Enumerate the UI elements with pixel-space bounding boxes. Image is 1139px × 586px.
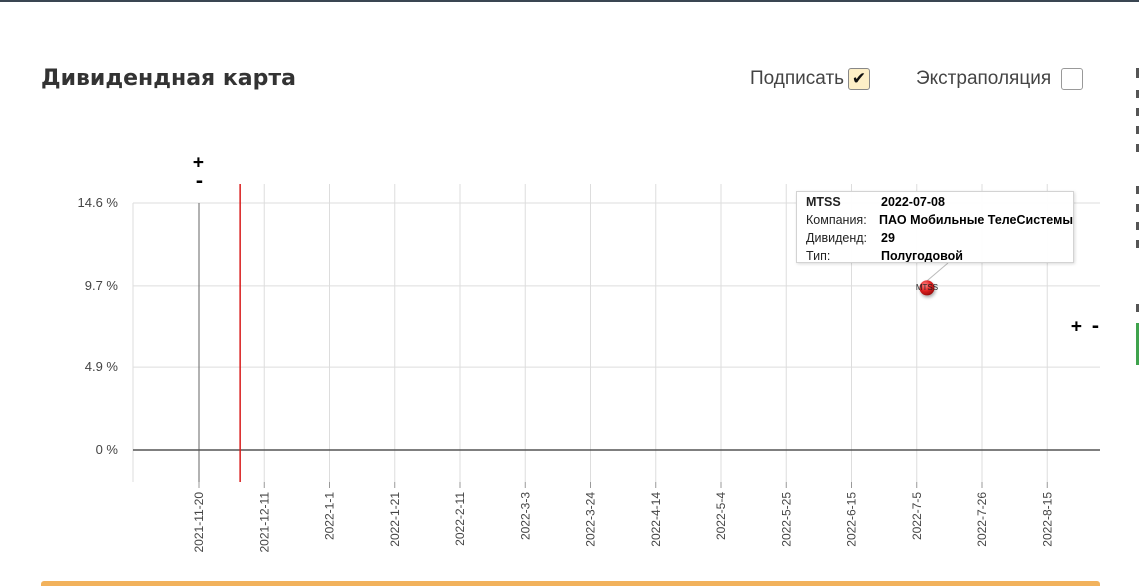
right-panel-edge	[1135, 68, 1139, 388]
tooltip-row: Тип: Полугодовой	[806, 247, 1073, 263]
x-tick-label: 2021-11-20	[192, 492, 206, 553]
x-tick-label: 2022-3-24	[584, 492, 598, 547]
x-tick-label: 2022-3-3	[518, 492, 532, 540]
x-tick-label: 2022-1-1	[323, 492, 337, 540]
x-tick-label: 2021-12-11	[257, 492, 271, 553]
x-tick-label: 2022-7-5	[910, 492, 924, 540]
point-tooltip: MTSS 2022-07-08 Компания: ПАО Мобильные …	[796, 191, 1074, 263]
x-tick-label: 2022-7-26	[975, 492, 989, 547]
y-tick-label: 9.7 %	[85, 278, 119, 293]
y-tick-label: 0 %	[96, 442, 119, 457]
x-tick-label: 2022-2-11	[453, 492, 467, 546]
point-label: MTSS	[916, 283, 938, 292]
tooltip-key: Компания:	[806, 213, 867, 227]
tooltip-key: Тип:	[806, 249, 831, 263]
y-tick-label: 4.9 %	[85, 359, 119, 374]
tooltip-value: ПАО Мобильные ТелеСистемы	[879, 213, 1073, 227]
y-tick-label: 14.6 %	[78, 195, 119, 210]
tooltip-value: Полугодовой	[881, 249, 963, 263]
x-tick-label: 2022-8-15	[1040, 492, 1054, 547]
tooltip-row: Дивиденд: 29	[806, 229, 1073, 247]
dividend-chart: 2021-11-20 2021-12-11 2022-1-1 2022-1-21 202…	[78, 184, 1100, 553]
tooltip-date: 2022-07-08	[881, 195, 945, 209]
tooltip-ticker: MTSS	[806, 195, 841, 209]
bottom-panel-edge	[41, 581, 1100, 586]
x-tick-label: 2022-1-21	[388, 492, 402, 547]
x-tick-label: 2022-6-15	[845, 492, 859, 547]
tooltip-row: Компания: ПАО Мобильные ТелеСистемы	[806, 211, 1073, 229]
x-tick-label: 2022-4-14	[649, 492, 663, 547]
x-tick-label: 2022-5-25	[779, 492, 793, 547]
tooltip-header: MTSS 2022-07-08	[806, 193, 1073, 211]
tooltip-value: 29	[881, 231, 895, 245]
tooltip-leader	[926, 262, 949, 282]
tooltip-key: Дивиденд:	[806, 231, 867, 245]
x-tick-label: 2022-5-4	[714, 492, 728, 540]
